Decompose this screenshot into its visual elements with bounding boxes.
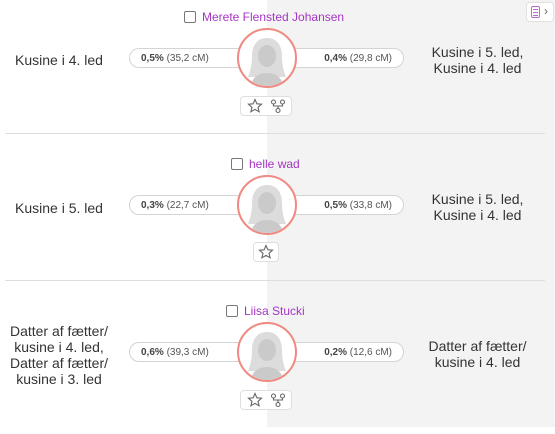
- match-card: helle wad Kusine i 5. led 0,3% (22,7 cM)…: [0, 147, 555, 287]
- match-actions: [240, 390, 292, 410]
- match-name-link[interactable]: Merete Flensted Johansen: [202, 10, 344, 24]
- relationship-line: Kusine i 5. led,: [431, 191, 524, 207]
- match-actions: [240, 96, 292, 116]
- relationship-line: Datter af fætter/: [9, 355, 109, 371]
- dna-left-percent: 0,6%: [141, 347, 164, 358]
- dna-left-value: 0,3% (22,7 cM): [141, 200, 209, 211]
- relationship-line: Datter af fætter/: [428, 338, 527, 354]
- match-name-link[interactable]: Liisa Stucki: [244, 304, 305, 318]
- avatar[interactable]: [237, 175, 297, 235]
- dna-right-cm: (29,8 cM): [349, 53, 392, 64]
- dna-left-percent: 0,5%: [141, 53, 164, 64]
- relationship-left: Kusine i 4. led: [0, 52, 118, 68]
- dna-right-percent: 0,2%: [324, 347, 347, 358]
- match-actions: [253, 242, 279, 262]
- relationship-right: Datter af fætter/ kusine i 4. led: [400, 338, 555, 370]
- dna-left-percent: 0,3%: [141, 200, 164, 211]
- dna-right-value: 0,5% (33,8 cM): [324, 200, 392, 211]
- dna-left-cm: (39,3 cM): [166, 347, 209, 358]
- dna-right-value: 0,2% (12,6 cM): [324, 347, 392, 358]
- match-select-checkbox[interactable]: [231, 158, 243, 170]
- relationship-line: Datter af fætter/: [9, 323, 109, 339]
- relationship-left: Kusine i 5. led: [0, 200, 118, 216]
- dna-left-value: 0,5% (35,2 cM): [141, 53, 209, 64]
- avatar[interactable]: [237, 28, 297, 88]
- match-divider: [5, 280, 545, 281]
- match-name-row: Liisa Stucki: [226, 302, 305, 320]
- relationship-line: Kusine i 4. led: [15, 52, 103, 68]
- dna-left-cm: (22,7 cM): [166, 200, 209, 211]
- star-icon[interactable]: [246, 392, 263, 408]
- match-name-link[interactable]: helle wad: [249, 157, 300, 171]
- female-silhouette-icon: [248, 185, 286, 233]
- relationship-line: Kusine i 5. led,: [431, 44, 524, 60]
- match-name-row: Merete Flensted Johansen: [184, 8, 344, 26]
- star-icon[interactable]: [246, 98, 263, 114]
- relationship-line: Kusine i 4. led: [433, 60, 522, 76]
- dna-left-value: 0,6% (39,3 cM): [141, 347, 209, 358]
- match-card: Liisa Stucki Datter af fætter/ kusine i …: [0, 294, 555, 434]
- tree-icon[interactable]: [270, 98, 286, 114]
- match-select-checkbox[interactable]: [184, 11, 196, 23]
- match-select-checkbox[interactable]: [226, 305, 238, 317]
- relationship-line: kusine i 3. led: [16, 371, 102, 387]
- relationship-line: kusine i 4. led: [434, 354, 521, 370]
- match-divider: [5, 133, 545, 134]
- relationship-left: Datter af fætter/ kusine i 4. led, Datte…: [0, 323, 118, 387]
- dna-right-value: 0,4% (29,8 cM): [324, 53, 392, 64]
- female-silhouette-icon: [248, 332, 286, 380]
- relationship-line: Kusine i 4. led: [433, 207, 522, 223]
- female-silhouette-icon: [248, 38, 286, 86]
- relationship-right: Kusine i 5. led, Kusine i 4. led: [400, 44, 555, 76]
- tree-icon[interactable]: [270, 392, 286, 408]
- avatar[interactable]: [237, 322, 297, 382]
- dna-right-percent: 0,5%: [324, 200, 347, 211]
- relationship-line: Kusine i 5. led: [15, 200, 103, 216]
- match-card: Merete Flensted Johansen Kusine i 4. led…: [0, 0, 555, 140]
- dna-right-cm: (33,8 cM): [349, 200, 392, 211]
- dna-right-cm: (12,6 cM): [349, 347, 392, 358]
- relationship-right: Kusine i 5. led, Kusine i 4. led: [400, 191, 555, 223]
- star-icon[interactable]: [258, 244, 274, 260]
- relationship-line: kusine i 4. led,: [14, 339, 104, 355]
- dna-left-cm: (35,2 cM): [166, 53, 209, 64]
- match-name-row: helle wad: [231, 155, 300, 173]
- dna-right-percent: 0,4%: [324, 53, 347, 64]
